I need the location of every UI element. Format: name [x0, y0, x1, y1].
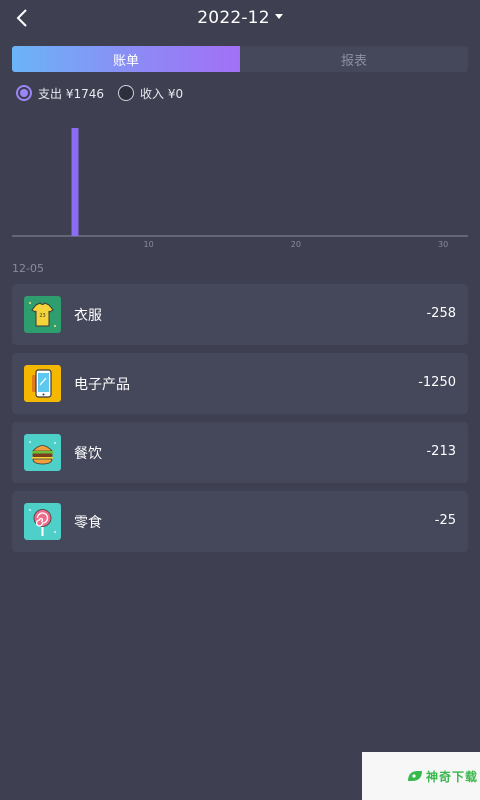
expense-radio[interactable]: 支出 ¥1746: [16, 85, 104, 102]
transaction-list: 23 衣服 -258 电子产品 -1250 餐饮 -213 零食 -25: [12, 284, 468, 560]
expense-label: 支出 ¥1746: [38, 86, 104, 101]
item-name: 餐饮: [74, 446, 102, 462]
phone-icon: [24, 365, 61, 402]
x-tick-label: 10: [144, 240, 154, 249]
item-name: 零食: [74, 515, 102, 531]
item-name: 电子产品: [74, 377, 130, 393]
svg-text:23: 23: [39, 313, 45, 319]
list-item[interactable]: 23 衣服 -258: [12, 284, 468, 345]
page-title: 2022-12: [197, 8, 270, 28]
item-amount: -258: [426, 306, 456, 321]
tab-report[interactable]: 报表: [240, 46, 468, 72]
lollipop-icon: [24, 503, 61, 540]
watermark-text: 神奇下载: [426, 769, 479, 784]
list-item[interactable]: 零食 -25: [12, 491, 468, 552]
caret-down-icon: [274, 13, 283, 19]
view-toggle: 账单 报表: [12, 46, 468, 72]
item-amount: -25: [434, 513, 456, 528]
x-tick-label: 30: [438, 240, 448, 249]
date-group-label: 12-05: [12, 262, 44, 275]
list-item[interactable]: 电子产品 -1250: [12, 353, 468, 414]
item-amount: -1250: [418, 375, 456, 390]
item-name: 衣服: [74, 308, 102, 324]
month-selector[interactable]: 2022-12: [0, 8, 480, 28]
income-label: 收入 ¥0: [140, 86, 184, 101]
x-tick-label: 20: [291, 240, 301, 249]
list-item[interactable]: 餐饮 -213: [12, 422, 468, 483]
income-radio[interactable]: 收入 ¥0: [118, 85, 183, 102]
type-filter: 支出 ¥1746 收入 ¥0: [16, 83, 197, 103]
tab-bill[interactable]: 账单: [12, 46, 240, 72]
item-amount: -213: [426, 444, 456, 459]
burger-icon: [24, 434, 61, 471]
radio-unselected-icon: [118, 85, 134, 101]
chart-bar: [71, 128, 79, 236]
tab-report-label: 报表: [340, 53, 367, 69]
daily-expense-chart: 10 20 30: [12, 128, 468, 249]
tab-bill-label: 账单: [112, 53, 139, 69]
radio-selected-icon: [16, 85, 32, 101]
tshirt-icon: 23: [24, 296, 61, 333]
watermark-logo: 神奇下载: [362, 752, 480, 800]
header-bar: 2022-12: [0, 0, 480, 40]
leaf-icon: [408, 771, 422, 781]
